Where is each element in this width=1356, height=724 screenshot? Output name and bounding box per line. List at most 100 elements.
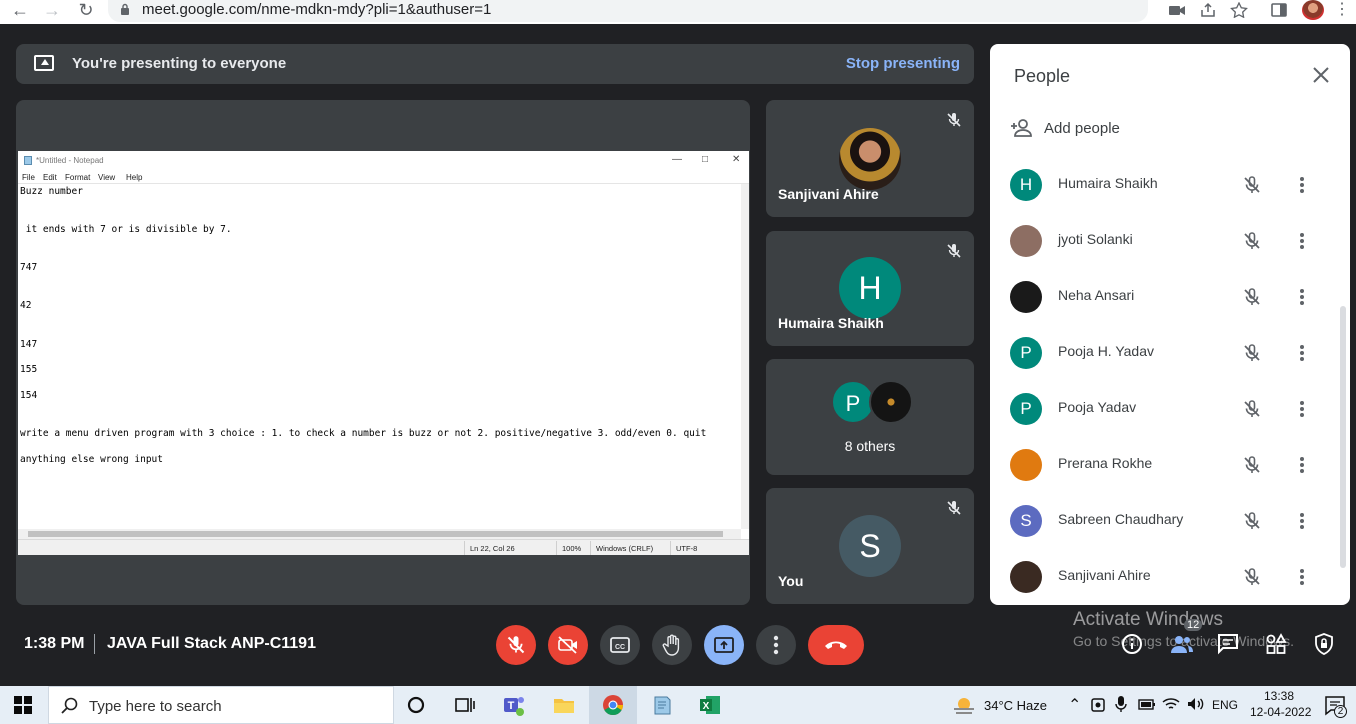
present-now-button[interactable] [704,625,744,665]
participant-row[interactable]: P Pooja H. Yadav [990,325,1330,381]
menu-format[interactable]: Format [65,173,90,182]
mic-off-icon[interactable] [1242,175,1262,195]
notepad-line: anything else wrong input [20,454,163,465]
mic-off-icon[interactable] [1242,231,1262,251]
battery-icon[interactable] [1138,697,1156,711]
participant-row[interactable]: S Sabreen Chaudhary [990,493,1330,549]
host-controls-icon[interactable] [1312,632,1336,656]
avatar [1010,225,1042,257]
menu-dots-icon[interactable]: ⋮ [1330,0,1354,20]
more-vert-icon[interactable] [1294,175,1310,195]
participant-name: Sanjivani Ahire [1058,567,1151,583]
chrome-icon[interactable] [601,693,625,717]
activities-icon[interactable] [1264,632,1288,656]
divider [94,634,95,654]
camera-icon[interactable] [1168,2,1186,18]
volume-icon[interactable] [1186,696,1204,712]
search-icon [61,697,78,714]
menu-view[interactable]: View [98,173,115,182]
more-options-button[interactable] [756,625,796,665]
taskbar-time[interactable]: 13:38 [1264,689,1294,703]
avatar [839,128,901,190]
mic-off-icon[interactable] [1242,567,1262,587]
menu-edit[interactable]: Edit [43,173,57,182]
url-text: meet.google.com/nme-mdkn-mdy?pli=1&authu… [142,1,492,18]
mic-off-icon[interactable] [1242,511,1262,531]
mic-toggle-button[interactable] [496,625,536,665]
notepad-icon[interactable] [650,693,674,717]
notepad-horizontal-scrollbar[interactable] [18,529,741,539]
participant-row[interactable]: Neha Ansari [990,269,1330,325]
participant-tile[interactable]: Sanjivani Ahire [766,100,974,217]
self-tile[interactable]: S You [766,488,974,604]
windows-start-icon[interactable] [14,696,32,714]
avatar: S [1010,505,1042,537]
people-icon[interactable] [1170,632,1194,656]
reload-icon[interactable]: ↻ [74,0,98,20]
meeting-details-icon[interactable] [1120,632,1144,656]
close-icon[interactable] [1312,66,1330,84]
raise-hand-button[interactable] [652,625,692,665]
forward-icon[interactable]: → [40,0,64,20]
tray-expand-icon[interactable]: ⌃ [1068,695,1081,715]
participant-row[interactable]: P Pooja Yadav [990,381,1330,437]
mic-off-icon[interactable] [1242,343,1262,363]
notepad-menubar: File Edit Format View Help [18,171,749,184]
more-vert-icon[interactable] [1294,343,1310,363]
more-vert-icon[interactable] [1294,511,1310,531]
camera-toggle-button[interactable] [548,625,588,665]
stop-presenting-button[interactable]: Stop presenting [846,55,960,72]
people-count-badge: 12 [1184,619,1203,631]
participant-row[interactable]: Prerana Rokhe [990,437,1330,493]
leave-call-button[interactable] [808,625,864,665]
tile-name: Humaira Shaikh [778,315,884,331]
participant-name: Pooja Yadav [1058,399,1137,415]
taskbar-date[interactable]: 12-04-2022 [1250,705,1311,719]
avatar [1010,281,1042,313]
participant-row[interactable]: Sanjivani Ahire [990,549,1330,605]
svg-text:T: T [508,700,515,712]
address-bar[interactable]: meet.google.com/nme-mdkn-mdy?pli=1&authu… [108,0,1148,22]
share-icon[interactable] [1199,2,1217,18]
more-vert-icon[interactable] [1294,399,1310,419]
avatar [1010,449,1042,481]
notepad-line: 147 [20,339,38,350]
mic-off-icon[interactable] [1242,399,1262,419]
mic-off-icon[interactable] [1242,455,1262,475]
participant-row[interactable]: jyoti Solanki [990,213,1330,269]
maximize-icon[interactable]: □ [702,154,708,165]
participant-row[interactable]: H Humaira Shaikh [990,157,1330,213]
task-view-icon[interactable] [452,693,476,717]
chat-icon[interactable] [1216,632,1240,656]
notepad-vertical-scrollbar[interactable] [741,184,749,529]
close-icon[interactable]: ✕ [732,154,740,165]
participant-tile[interactable]: H Humaira Shaikh [766,231,974,346]
more-vert-icon[interactable] [1294,455,1310,475]
more-vert-icon[interactable] [1294,567,1310,587]
windows-taskbar: Type here to search T X 34°C Haze ⌃ ENG … [0,686,1356,724]
microphone-icon[interactable] [1114,695,1128,713]
more-vert-icon[interactable] [1294,231,1310,251]
excel-icon[interactable]: X [698,693,722,717]
profile-avatar[interactable] [1302,0,1324,20]
teams-icon[interactable]: T [502,693,526,717]
captions-button[interactable]: CC [600,625,640,665]
others-tile[interactable]: P 8 others [766,359,974,475]
minimize-icon[interactable]: — [672,154,682,165]
menu-help[interactable]: Help [126,173,142,182]
mic-off-icon[interactable] [1242,287,1262,307]
back-icon[interactable]: ← [8,0,32,20]
weather-haze-icon[interactable] [952,694,976,716]
language-indicator[interactable]: ENG [1212,698,1238,712]
menu-file[interactable]: File [22,173,35,182]
wifi-icon[interactable] [1162,696,1180,712]
meet-tray-icon[interactable] [1090,696,1106,714]
taskbar-search-box[interactable]: Type here to search [48,686,394,724]
side-panel-icon[interactable] [1270,2,1288,18]
people-scrollbar[interactable] [1340,306,1346,568]
file-explorer-icon[interactable] [552,693,576,717]
bookmark-star-icon[interactable] [1230,2,1248,18]
add-people-button[interactable]: Add people [1010,116,1150,140]
more-vert-icon[interactable] [1294,287,1310,307]
cortana-icon[interactable] [404,693,428,717]
